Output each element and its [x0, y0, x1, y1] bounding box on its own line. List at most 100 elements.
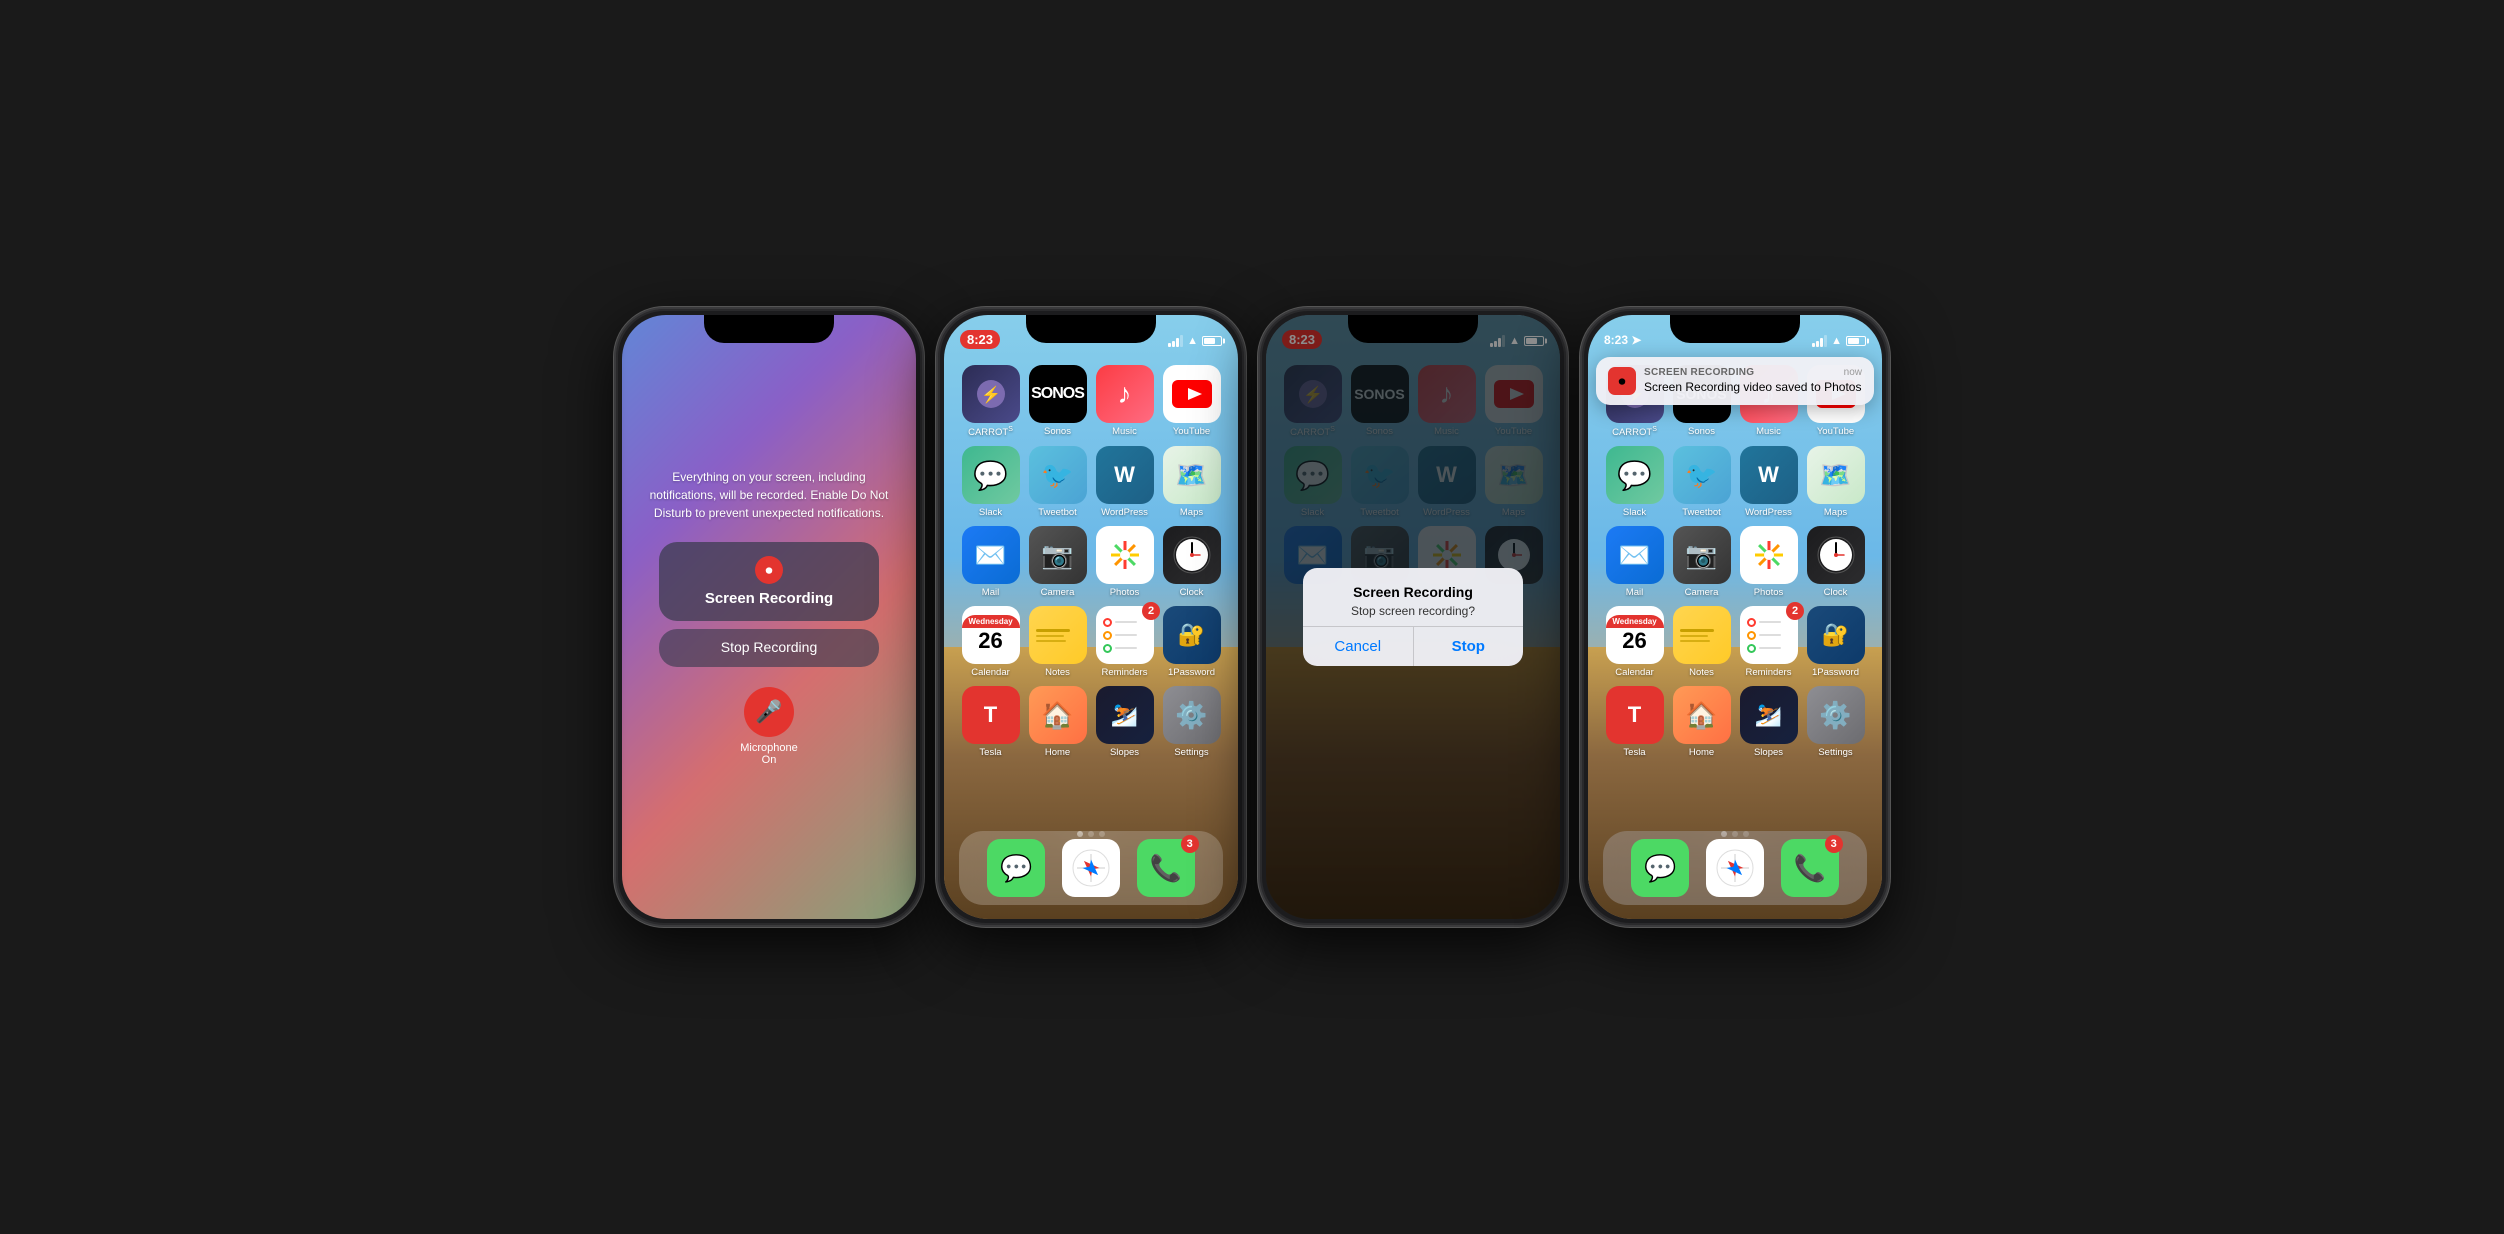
- app-1password-4[interactable]: 🔐 1Password: [1804, 606, 1867, 678]
- dock-phone-2[interactable]: 📞 3: [1137, 839, 1195, 897]
- home-label-2: Home: [1045, 747, 1070, 758]
- dock-safari-4[interactable]: [1706, 839, 1764, 897]
- app-wordpress-4[interactable]: W WordPress: [1737, 446, 1800, 518]
- app-mail-4[interactable]: ✉️ Mail: [1603, 526, 1666, 598]
- mail-label-2: Mail: [982, 587, 999, 598]
- phones-container: Everything on your screen, including not…: [594, 287, 1910, 947]
- alert-content: Screen Recording Stop screen recording?: [1303, 568, 1523, 626]
- dock-2: 💬 📞 3: [959, 831, 1223, 905]
- screen-recording-button[interactable]: ⏺ Screen Recording: [659, 542, 879, 621]
- app-clock-2[interactable]: Clock: [1160, 526, 1223, 598]
- signal-icon-2: [1168, 335, 1183, 347]
- dock-4: 💬 📞 3: [1603, 831, 1867, 905]
- tesla-icon-2: T: [962, 686, 1020, 744]
- slack-label-2: Slack: [979, 507, 1002, 518]
- app-clock-4[interactable]: Clock: [1804, 526, 1867, 598]
- dock-phone-4[interactable]: 📞 3: [1781, 839, 1839, 897]
- photos-icon-2: [1096, 526, 1154, 584]
- music-label-2: Music: [1112, 426, 1137, 437]
- app-slack-4[interactable]: 💬 Slack: [1603, 446, 1666, 518]
- recording-overlay: Everything on your screen, including not…: [622, 315, 916, 919]
- 1password-icon-2: 🔐: [1163, 606, 1221, 664]
- status-indicators-4: ▲: [1812, 335, 1866, 347]
- tesla-label-2: Tesla: [979, 747, 1001, 758]
- app-home-2[interactable]: 🏠 Home: [1026, 686, 1089, 758]
- photos-label-4: Photos: [1754, 587, 1784, 598]
- settings-label-4: Settings: [1818, 747, 1852, 758]
- alert-cancel-button[interactable]: Cancel: [1303, 627, 1413, 666]
- notes-label-4: Notes: [1689, 667, 1714, 678]
- app-slopes-4[interactable]: ⛷️ Slopes: [1737, 686, 1800, 758]
- tweetbot-label-2: Tweetbot: [1038, 507, 1077, 518]
- app-carrot-2[interactable]: ⚡ CARROTS: [959, 365, 1022, 438]
- phone-1-screen: Everything on your screen, including not…: [622, 315, 916, 919]
- alert-stop-button[interactable]: Stop: [1413, 627, 1524, 666]
- app-reminders-2[interactable]: 2 Reminders: [1093, 606, 1156, 678]
- app-mail-2[interactable]: ✉️ Mail: [959, 526, 1022, 598]
- notch-2: [1026, 315, 1156, 343]
- phone-4-screen: 8:23 ➤ ▲ ⏺ SCREEN RECORDING now: [1588, 315, 1882, 919]
- stop-recording-button[interactable]: Stop Recording: [659, 629, 879, 667]
- camera-icon-2: 📷: [1029, 526, 1087, 584]
- app-camera-2[interactable]: 📷 Camera: [1026, 526, 1089, 598]
- app-wordpress-2[interactable]: W WordPress: [1093, 446, 1156, 518]
- 1password-icon-4: 🔐: [1807, 606, 1865, 664]
- status-indicators-2: ▲: [1168, 335, 1222, 347]
- app-photos-4[interactable]: Photos: [1737, 526, 1800, 598]
- notif-time: now: [1844, 367, 1862, 378]
- app-tesla-4[interactable]: T Tesla: [1603, 686, 1666, 758]
- 1password-label-2: 1Password: [1168, 667, 1215, 678]
- notif-header: SCREEN RECORDING now: [1644, 367, 1862, 378]
- app-photos-2[interactable]: Photos: [1093, 526, 1156, 598]
- wifi-icon-2: ▲: [1187, 335, 1198, 347]
- app-calendar-2[interactable]: Wednesday 26 Calendar: [959, 606, 1022, 678]
- app-1password-2[interactable]: 🔐 1Password: [1160, 606, 1223, 678]
- wordpress-label-2: WordPress: [1101, 507, 1148, 518]
- app-tesla-2[interactable]: T Tesla: [959, 686, 1022, 758]
- app-settings-2[interactable]: ⚙️ Settings: [1160, 686, 1223, 758]
- app-maps-2[interactable]: 🗺️ Maps: [1160, 446, 1223, 518]
- app-sonos-2[interactable]: SONOS Sonos: [1026, 365, 1089, 438]
- app-notes-2[interactable]: Notes: [1026, 606, 1089, 678]
- mic-icon: 🎤: [744, 687, 794, 737]
- slack-icon-2: 💬: [962, 446, 1020, 504]
- notification-banner[interactable]: ⏺ SCREEN RECORDING now Screen Recording …: [1596, 357, 1874, 405]
- app-slack-2[interactable]: 💬 Slack: [959, 446, 1022, 518]
- wordpress-icon-4: W: [1740, 446, 1798, 504]
- app-tweetbot-4[interactable]: 🐦 Tweetbot: [1670, 446, 1733, 518]
- app-reminders-4[interactable]: 2 Reminders: [1737, 606, 1800, 678]
- wordpress-label-4: WordPress: [1745, 507, 1792, 518]
- camera-label-2: Camera: [1041, 587, 1075, 598]
- record-icon: ⏺: [755, 556, 783, 584]
- messages-dock-icon-4: 💬: [1631, 839, 1689, 897]
- app-youtube-2[interactable]: YouTube: [1160, 365, 1223, 438]
- alert-message: Stop screen recording?: [1317, 604, 1509, 618]
- phone-2-screen: 8:23 ▲ ⚡ CARROTS: [944, 315, 1238, 919]
- sonos-icon-2: SONOS: [1029, 365, 1087, 423]
- app-calendar-4[interactable]: Wednesday 26 Calendar: [1603, 606, 1666, 678]
- notch-1: [704, 315, 834, 343]
- app-camera-4[interactable]: 📷 Camera: [1670, 526, 1733, 598]
- settings-icon-4: ⚙️: [1807, 686, 1865, 744]
- dock-messages-2[interactable]: 💬: [987, 839, 1045, 897]
- microphone-button[interactable]: 🎤 MicrophoneOn: [740, 687, 797, 766]
- slack-label-4: Slack: [1623, 507, 1646, 518]
- app-slopes-2[interactable]: ⛷️ Slopes: [1093, 686, 1156, 758]
- app-music-2[interactable]: ♪ Music: [1093, 365, 1156, 438]
- app-tweetbot-2[interactable]: 🐦 Tweetbot: [1026, 446, 1089, 518]
- notif-app-name: SCREEN RECORDING: [1644, 367, 1754, 378]
- app-notes-4[interactable]: Notes: [1670, 606, 1733, 678]
- notif-message: Screen Recording video saved to Photos: [1644, 380, 1862, 394]
- app-home-4[interactable]: 🏠 Home: [1670, 686, 1733, 758]
- dock-messages-4[interactable]: 💬: [1631, 839, 1689, 897]
- clock-icon-4: [1807, 526, 1865, 584]
- app-settings-4[interactable]: ⚙️ Settings: [1804, 686, 1867, 758]
- app-maps-4[interactable]: 🗺️ Maps: [1804, 446, 1867, 518]
- dock-safari-2[interactable]: [1062, 839, 1120, 897]
- 1password-label-4: 1Password: [1812, 667, 1859, 678]
- notes-icon-4: [1673, 606, 1731, 664]
- settings-icon-2: ⚙️: [1163, 686, 1221, 744]
- svg-text:⚡: ⚡: [981, 385, 1001, 404]
- slopes-icon-2: ⛷️: [1096, 686, 1154, 744]
- slack-icon-4: 💬: [1606, 446, 1664, 504]
